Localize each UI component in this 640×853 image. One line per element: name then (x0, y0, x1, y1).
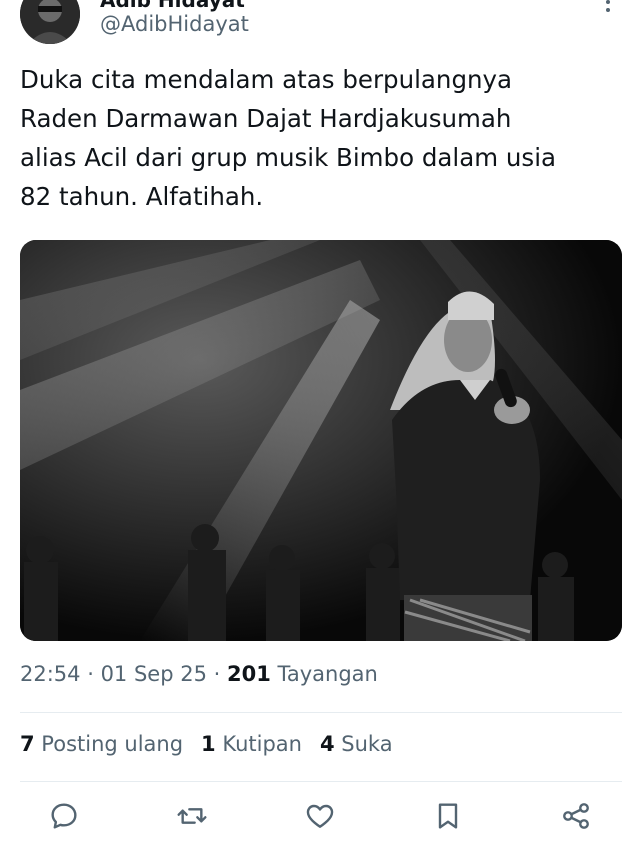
singer-on-stage-photo (20, 240, 622, 641)
quotes-stat[interactable]: 1 Kutipan (201, 732, 302, 756)
reposts-count: 7 (20, 732, 35, 756)
tweet-actions (0, 798, 640, 842)
divider (20, 781, 622, 782)
bookmark-icon (438, 803, 458, 829)
tweet-date[interactable]: 01 Sep 25 (101, 662, 207, 686)
tweet-header: Adib Hidayat @AdibHidayat (0, 0, 640, 56)
tweet-meta: 22:54 · 01 Sep 25 · 201 Tayangan (20, 662, 378, 686)
reposts-label: Posting ulang (34, 732, 184, 756)
tweet-text-line: Raden Darmawan Dajat Hardjakusumah (20, 104, 512, 133)
likes-label: Suka (334, 732, 393, 756)
avatar[interactable] (20, 0, 80, 44)
meta-separator: · (80, 662, 101, 686)
heart-icon (306, 804, 334, 828)
share-button[interactable] (558, 798, 594, 834)
tweet-stats: 7 Posting ulang 1 Kutipan 4 Suka (20, 732, 393, 756)
tweet-text-line: 82 tahun. Alfatihah. (20, 182, 264, 211)
tweet-text-line: Duka cita mendalam atas berpulangnya (20, 65, 513, 94)
like-button[interactable] (302, 798, 338, 834)
quotes-count: 1 (201, 732, 216, 756)
author-display-name[interactable]: Adib Hidayat (100, 0, 245, 12)
repost-button[interactable] (174, 798, 210, 834)
divider (20, 712, 622, 713)
share-icon (563, 803, 589, 829)
author-handle[interactable]: @AdibHidayat (100, 12, 249, 36)
likes-count: 4 (319, 732, 335, 756)
tweet-time[interactable]: 22:54 (20, 662, 81, 686)
likes-stat[interactable]: 4 Suka (320, 732, 393, 756)
tweet-photo[interactable] (20, 240, 622, 641)
reply-button[interactable] (46, 798, 82, 834)
reposts-stat[interactable]: 7 Posting ulang (20, 732, 183, 756)
views-label: Tayangan (270, 662, 378, 686)
tweet-text: Duka cita mendalam atas berpulangnya Rad… (20, 60, 620, 216)
repost-icon (177, 808, 207, 824)
tweet-text-line: alias Acil dari grup musik Bimbo dalam u… (20, 143, 557, 172)
meta-separator: · (206, 662, 227, 686)
bookmark-button[interactable] (430, 798, 466, 834)
reply-icon (51, 803, 77, 829)
views-count: 201 (226, 662, 271, 686)
quotes-label: Kutipan (215, 732, 302, 756)
more-options-icon[interactable] (598, 0, 618, 18)
